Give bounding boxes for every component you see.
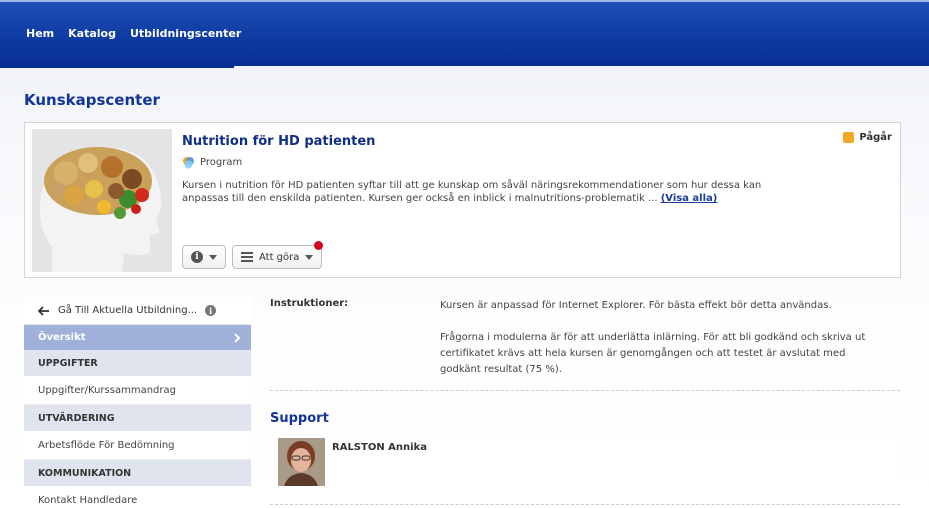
course-description: Kursen i nutrition för HD patienten syft… bbox=[182, 179, 802, 205]
program-icon bbox=[183, 157, 194, 169]
divider bbox=[270, 390, 900, 391]
sidebar-section-uppgifter: UPPGIFTER bbox=[24, 350, 251, 376]
back-to-current-training-button[interactable]: Gå Till Aktuella Utbildning... i bbox=[24, 297, 251, 325]
instructions-paragraph: Frågorna i modulerna är för att underlät… bbox=[440, 332, 866, 375]
course-title[interactable]: Nutrition för HD patienten bbox=[182, 134, 375, 149]
status-badge: Pågår bbox=[843, 132, 892, 143]
sidebar-item-arbetsflode[interactable]: Arbetsflöde För Bedömning bbox=[24, 431, 251, 460]
divider bbox=[270, 504, 900, 505]
back-label: Gå Till Aktuella Utbildning... bbox=[58, 305, 198, 316]
person-photo bbox=[278, 438, 325, 486]
sidebar-section-kommunikation: KOMMUNIKATION bbox=[24, 460, 251, 486]
instructions-text: Kursen är anpassad för Internet Explorer… bbox=[440, 298, 870, 394]
nav-link-utbildningscenter[interactable]: Utbildningscenter bbox=[130, 27, 241, 40]
instructions-label: Instruktioner: bbox=[270, 298, 349, 309]
nav-underline bbox=[0, 66, 234, 68]
course-sidebar: Gå Till Aktuella Utbildning... i Översik… bbox=[24, 297, 251, 508]
arrow-left-icon bbox=[38, 305, 49, 316]
sidebar-section-utvardering: UTVÄRDERING bbox=[24, 405, 251, 431]
course-type: Program bbox=[182, 156, 242, 169]
course-card: Nutrition för HD patienten Program Kurse… bbox=[24, 122, 901, 278]
info-dropdown-button[interactable]: i bbox=[182, 245, 226, 269]
page-title: Kunskapscenter bbox=[24, 91, 160, 109]
head-food-illustration bbox=[32, 129, 172, 272]
course-thumbnail bbox=[32, 129, 172, 272]
sidebar-item-label: Översikt bbox=[38, 332, 86, 343]
avatar bbox=[278, 438, 325, 486]
course-type-label: Program bbox=[200, 157, 243, 168]
todo-label: Att göra bbox=[259, 251, 300, 263]
notification-dot bbox=[314, 241, 324, 250]
main-nav: Hem Katalog Utbildningscenter bbox=[26, 27, 241, 40]
sidebar-item-kontakt-handledare[interactable]: Kontakt Handledare bbox=[24, 486, 251, 508]
support-contact-name: RALSTON Annika bbox=[332, 442, 427, 453]
nav-link-katalog[interactable]: Katalog bbox=[68, 27, 116, 40]
course-actions: i Att göra bbox=[182, 241, 324, 269]
chevron-right-icon bbox=[234, 332, 241, 343]
sidebar-item-uppgifter[interactable]: Uppgifter/Kurssammandrag bbox=[24, 376, 251, 405]
caret-down-icon bbox=[305, 254, 314, 260]
todo-dropdown-button[interactable]: Att göra bbox=[232, 241, 324, 269]
info-icon: i bbox=[191, 251, 203, 263]
support-contact-card: RALSTON Annika bbox=[270, 434, 900, 490]
instructions-paragraph: Kursen är anpassad för Internet Explorer… bbox=[440, 300, 832, 311]
list-icon bbox=[241, 252, 253, 262]
sidebar-item-oversikt[interactable]: Översikt bbox=[24, 325, 251, 350]
show-all-link[interactable]: (Visa alla) bbox=[661, 193, 718, 204]
caret-down-icon bbox=[209, 254, 217, 260]
support-title: Support bbox=[270, 411, 329, 426]
nav-link-hem[interactable]: Hem bbox=[26, 27, 54, 40]
info-icon[interactable]: i bbox=[205, 305, 217, 316]
status-label: Pågår bbox=[859, 132, 892, 143]
status-square-icon bbox=[843, 132, 855, 143]
top-navigation-bar: Hem Katalog Utbildningscenter bbox=[0, 0, 929, 68]
